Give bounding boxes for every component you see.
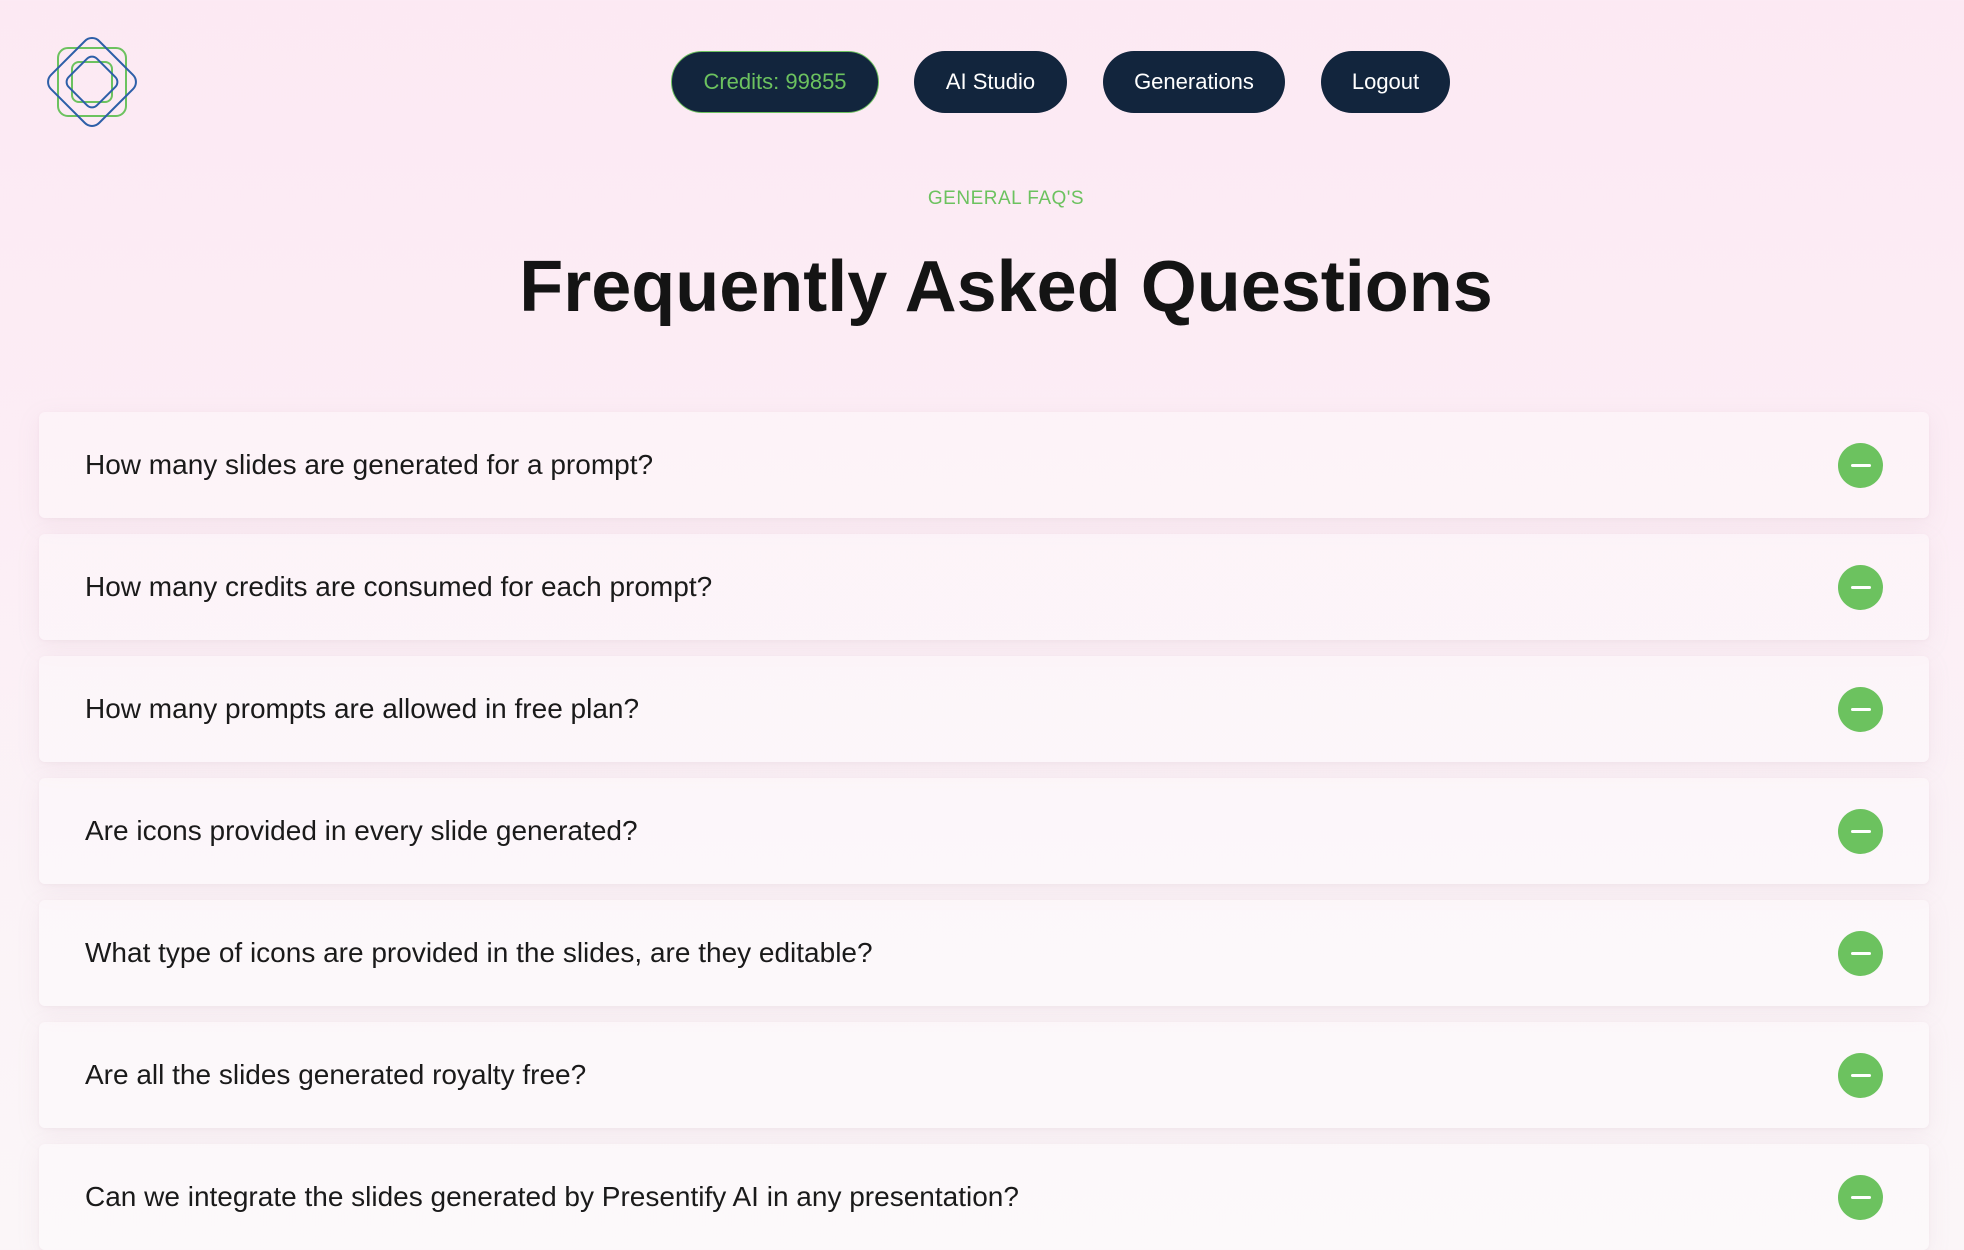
faq-item[interactable]: Are all the slides generated royalty fre…	[39, 1022, 1929, 1128]
minus-icon[interactable]	[1838, 443, 1883, 488]
minus-icon[interactable]	[1838, 687, 1883, 732]
faq-item[interactable]: How many slides are generated for a prom…	[39, 412, 1929, 518]
faq-item[interactable]: What type of icons are provided in the s…	[39, 900, 1929, 1006]
generations-button[interactable]: Generations	[1103, 51, 1285, 113]
minus-icon[interactable]	[1838, 1053, 1883, 1098]
faq-item[interactable]: How many prompts are allowed in free pla…	[39, 656, 1929, 762]
faq-question: Can we integrate the slides generated by…	[85, 1181, 1019, 1212]
section-eyebrow: GENERAL FAQ'S	[927, 188, 1085, 209]
faq-question: How many prompts are allowed in free pla…	[85, 693, 640, 724]
faq-question: What type of icons are provided in the s…	[85, 937, 873, 968]
faq-question: Are all the slides generated royalty fre…	[85, 1059, 587, 1090]
minus-icon[interactable]	[1838, 1175, 1883, 1220]
logout-button[interactable]: Logout	[1321, 51, 1450, 113]
minus-icon[interactable]	[1838, 809, 1883, 854]
credits-button[interactable]: Credits: 99855	[671, 51, 879, 113]
faq-question: How many slides are generated for a prom…	[85, 449, 654, 480]
ai-studio-button[interactable]: AI Studio	[914, 51, 1067, 113]
faq-item[interactable]: Are icons provided in every slide genera…	[39, 778, 1929, 884]
faq-question: Are icons provided in every slide genera…	[85, 815, 638, 846]
top-nav: Credits: 99855 AI Studio Generations Log…	[0, 51, 1964, 113]
minus-icon[interactable]	[1838, 565, 1883, 610]
faq-item[interactable]: Can we integrate the slides generated by…	[39, 1144, 1929, 1250]
faq-item[interactable]: How many credits are consumed for each p…	[39, 534, 1929, 640]
minus-icon[interactable]	[1838, 931, 1883, 976]
faq-question: How many credits are consumed for each p…	[85, 571, 713, 602]
faq-list: How many slides are generated for a prom…	[39, 412, 1929, 1250]
page-title: Frequently Asked Questions	[519, 247, 1493, 327]
